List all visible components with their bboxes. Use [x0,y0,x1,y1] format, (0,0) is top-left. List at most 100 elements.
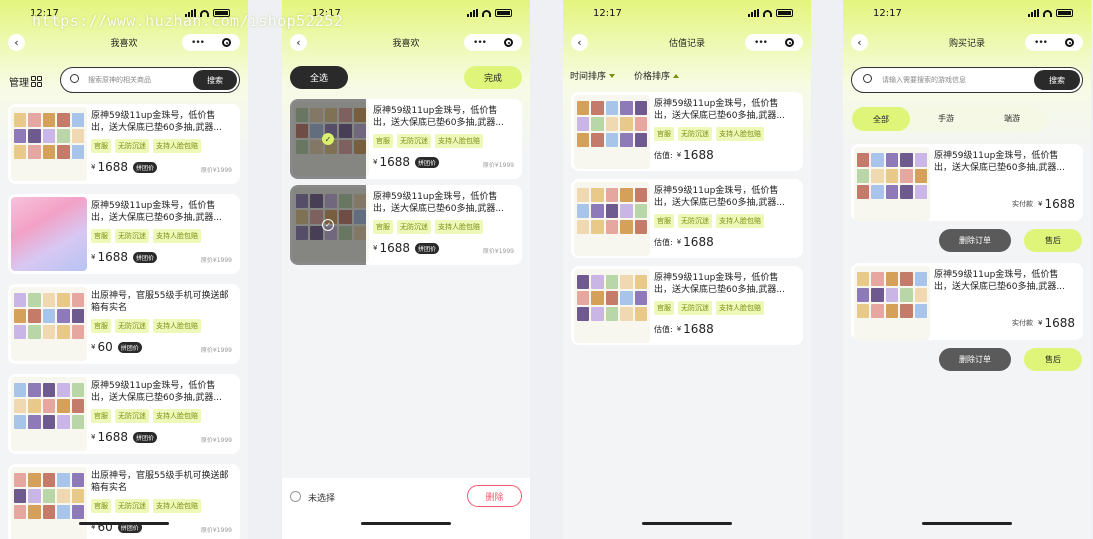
character-avatar [57,505,70,519]
mini-program-capsule[interactable]: ••• [745,34,803,51]
character-grid [11,467,87,519]
character-avatar [605,117,619,131]
character-avatar [28,113,41,127]
character-avatar [605,188,619,202]
character-avatar [71,383,84,397]
close-circle-icon[interactable] [1064,38,1074,47]
tag-no-anti-addiction: 无防沉迷 [115,229,149,243]
product-thumbnail [11,467,87,539]
tag-face-guarantee: 支持人脸包赔 [153,499,201,513]
mini-program-capsule[interactable]: ••• [1025,34,1083,51]
wifi-icon [482,9,491,17]
mini-program-capsule[interactable]: ••• [464,34,522,51]
character-avatar [14,309,27,323]
character-avatar [28,383,41,397]
product-card[interactable]: 原神59级11up金珠号，低价售出，送大保底已垫60多抽,武器... 官服 无防沉… [8,194,240,274]
more-icon[interactable]: ••• [473,38,487,48]
currency-symbol: ¥ [373,244,378,252]
manage-button[interactable]: 管理 [9,74,42,89]
close-circle-icon[interactable] [221,38,231,47]
tab-pc-games[interactable]: 端游 [981,106,1043,132]
tag-face-guarantee: 支持人脸包赔 [153,229,201,243]
close-circle-icon[interactable] [784,38,794,47]
after-sale-button[interactable]: 售后 [1024,348,1082,371]
unchecked-circle-icon[interactable]: ✓ [322,219,334,231]
close-circle-icon[interactable] [503,38,513,47]
more-icon[interactable]: ••• [1034,38,1048,48]
product-card[interactable]: 原神59级11up金珠号，低价售出，送大保底已垫60多抽,武器... 官服 无防沉… [8,104,240,184]
screen-purchase-records: 12:17 ‹ 购买记录 ••• 请输入需要搜索的游戏信息 搜索 全部 手游 端… [843,0,1091,539]
currency-symbol: ¥ [91,163,96,171]
selection-overlay[interactable]: ✓ [290,99,366,179]
more-icon[interactable]: ••• [754,38,768,48]
character-avatar [577,291,590,305]
more-icon[interactable]: ••• [191,38,205,48]
character-avatar [885,185,899,199]
after-sale-button[interactable]: 售后 [1024,229,1082,252]
currency-symbol: ¥ [676,238,682,246]
group-price-badge: 拼团价 [415,156,440,168]
character-avatar [591,220,604,234]
search-bar[interactable]: 请输入需要搜索的游戏信息 搜索 [851,67,1083,93]
character-avatar [42,325,56,339]
search-button[interactable]: 搜索 [1034,70,1080,90]
search-button[interactable]: 搜索 [193,70,237,90]
character-avatar [57,383,70,397]
character-avatar [577,307,590,321]
tag-server: 官服 [91,499,111,513]
product-thumbnail [854,147,930,221]
delete-order-button[interactable]: 删除订单 [939,348,1011,371]
valuation-card[interactable]: 原神59级11up金珠号，低价售出，送大保底已垫60多抽,武器... 官服 无防沉… [571,266,803,345]
character-avatar [577,101,590,115]
done-button[interactable]: 完成 [464,66,522,89]
tag-face-guarantee: 支持人脸包赔 [435,220,483,234]
character-avatar [591,188,604,202]
tag-server: 官服 [91,409,111,423]
tag-face-guarantee: 支持人脸包赔 [153,319,201,333]
search-bar[interactable]: 搜索原神的相关商品 搜索 [60,67,240,93]
search-input[interactable]: 请输入需要搜索的游戏信息 [882,75,966,85]
character-avatar [71,473,84,487]
character-avatar [857,185,870,199]
product-title: 原神59级11up金珠号，低价售出，送大保底已垫60多抽,武器... [373,106,504,128]
unselected-radio[interactable] [290,491,301,502]
select-all-button[interactable]: 全选 [290,66,348,89]
mini-program-capsule[interactable]: ••• [182,34,240,51]
character-avatar [577,188,590,202]
currency-symbol: ¥ [91,433,96,441]
sort-by-price[interactable]: 价格排序 [634,69,680,82]
character-avatar [620,188,633,202]
order-card[interactable]: 原神59级11up金珠号，低价售出，送大保底已垫60多抽,武器... 实付款 ¥… [851,263,1083,340]
tab-mobile-games[interactable]: 手游 [911,106,981,132]
product-card[interactable]: 原神59级11up金珠号，低价售出，送大保底已垫60多抽,武器... 官服 无防沉… [8,374,240,454]
screen-valuation-records: 12:17 ‹ 估值记录 ••• 时间排序 价格排序 原神59级11up金珠号，… [563,0,811,539]
bottom-action-bar: 未选择 删除 [282,478,530,539]
status-bar: 12:17 [563,8,811,22]
valuation-price: 估值: ¥1688 [654,148,714,162]
search-input[interactable]: 搜索原神的相关商品 [88,75,151,85]
product-card[interactable]: 出原神号，官服55级手机可换送邮箱有实名 官服 无防沉迷 支持人脸包赔 ¥60 拼团价… [8,284,240,364]
valuation-card[interactable]: 原神59级11up金珠号，低价售出，送大保底已垫60多抽,武器... 官服 无防沉… [571,179,803,258]
tab-all[interactable]: 全部 [852,107,910,131]
product-card[interactable]: 出原神号，官服55级手机可换送邮箱有实名 官服 无防沉迷 支持人脸包赔 ¥60 拼团价… [8,464,240,539]
delete-button[interactable]: 删除 [467,485,522,507]
character-avatar [900,304,913,318]
unselected-label: 未选择 [308,494,336,504]
sort-by-time[interactable]: 时间排序 [570,69,616,82]
product-thumbnail [11,377,87,451]
valuation-card[interactable]: 原神59级11up金珠号，低价售出，送大保底已垫60多抽,武器... 官服 无防沉… [571,92,803,171]
character-avatar [605,275,619,289]
character-avatar [605,101,619,115]
checked-circle-icon[interactable]: ✓ [322,133,334,145]
tag-face-guarantee: 支持人脸包赔 [716,127,764,141]
wifi-icon [1043,9,1052,17]
delete-order-button[interactable]: 删除订单 [939,229,1011,252]
product-card[interactable]: ✓ 原神59级11up金珠号，低价售出，送大保底已垫60多抽,武器... 官服无… [290,185,522,265]
character-avatar [857,304,870,318]
selection-overlay[interactable]: ✓ [290,185,366,265]
character-avatar [71,415,84,429]
order-card[interactable]: 原神59级11up金珠号，低价售出，送大保底已垫60多抽,武器... 实付款 ¥… [851,144,1083,221]
character-avatar [42,129,56,143]
product-card[interactable]: ✓ 原神59级11up金珠号，低价售出，送大保底已垫60多抽,武器... 官服无… [290,99,522,179]
status-time: 12:17 [873,8,902,19]
